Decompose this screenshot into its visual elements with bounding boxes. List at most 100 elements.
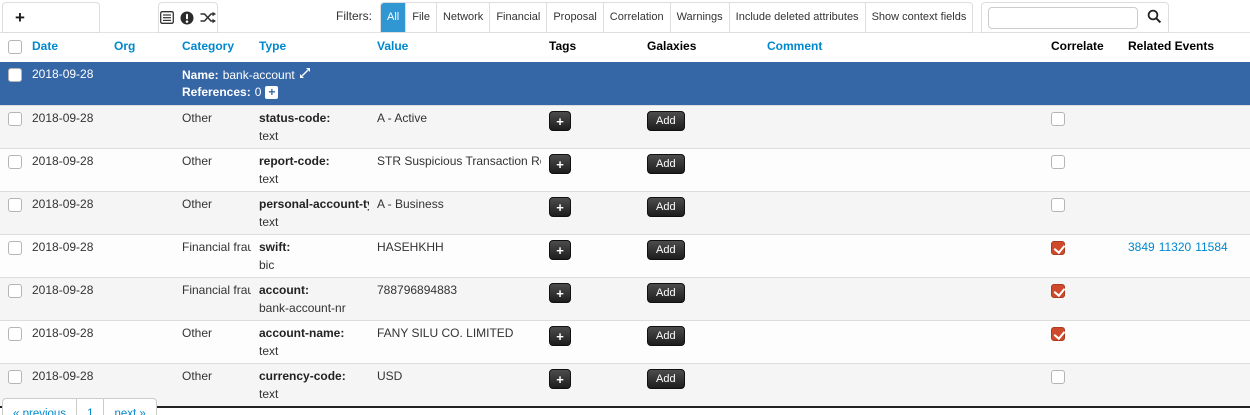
attribute-category: Other	[174, 192, 251, 235]
row-select-checkbox[interactable]	[8, 155, 22, 169]
row-select-checkbox[interactable]	[8, 241, 22, 255]
add-tag-button[interactable]: +	[549, 111, 571, 131]
filter-tab-network[interactable]: Network	[437, 3, 490, 32]
filter-tab-warnings[interactable]: Warnings	[671, 3, 730, 32]
column-header-date[interactable]: Date	[24, 33, 106, 62]
add-tag-button[interactable]: +	[549, 197, 571, 217]
add-attribute-tab[interactable]: +	[2, 2, 100, 33]
filter-tab-include-deleted[interactable]: Include deleted attributes	[730, 3, 866, 32]
search-input[interactable]	[988, 7, 1138, 29]
list-view-icon[interactable]	[160, 11, 174, 24]
attribute-category: Other	[174, 321, 251, 364]
add-reference-icon[interactable]: +	[265, 86, 278, 99]
attribute-value: FANY SILU CO. LIMITED	[369, 321, 541, 364]
attribute-date: 2018-09-28	[24, 192, 106, 235]
attribute-category: Other	[174, 106, 251, 149]
filter-tab-financial[interactable]: Financial	[490, 3, 547, 32]
object-name: bank-account	[223, 67, 295, 84]
object-references-label: References:	[182, 84, 251, 101]
attribute-comment	[759, 106, 1043, 149]
exclamation-circle-icon[interactable]	[180, 11, 194, 25]
attribute-row-personal-account-type: 2018-09-28 Other personal-account-type: …	[0, 192, 1250, 235]
select-all-checkbox[interactable]	[8, 40, 22, 54]
search-button[interactable]	[1145, 7, 1164, 29]
object-date: 2018-09-28	[24, 62, 106, 106]
add-galaxy-button[interactable]: Add	[647, 197, 685, 217]
related-event-link[interactable]: 11584	[1195, 240, 1227, 254]
attribute-type: status-code:	[259, 111, 361, 126]
pagination-next-button[interactable]: next »	[103, 398, 156, 415]
pagination-previous-button[interactable]: « previous	[2, 398, 77, 415]
attribute-row-currency-code: 2018-09-28 Other currency-code: text USD…	[0, 364, 1250, 408]
correlate-checkbox[interactable]	[1051, 112, 1065, 126]
add-galaxy-button[interactable]: Add	[647, 154, 685, 174]
add-tag-button[interactable]: +	[549, 240, 571, 260]
shuffle-icon[interactable]	[200, 11, 216, 24]
attribute-org	[106, 235, 174, 278]
column-header-value[interactable]: Value	[369, 33, 541, 62]
related-event-link[interactable]: 3849	[1128, 240, 1155, 254]
object-references-count: 0	[255, 84, 262, 101]
attribute-category: Other	[174, 149, 251, 192]
attribute-comment	[759, 364, 1043, 408]
add-galaxy-button[interactable]: Add	[647, 111, 685, 131]
attribute-row-swift: 2018-09-28 Financial fraud swift: bic HA…	[0, 235, 1250, 278]
add-tag-button[interactable]: +	[549, 283, 571, 303]
add-galaxy-button[interactable]: Add	[647, 283, 685, 303]
attribute-org	[106, 321, 174, 364]
correlate-checkbox[interactable]	[1051, 198, 1065, 212]
column-header-comment[interactable]: Comment	[759, 33, 1043, 62]
row-select-checkbox[interactable]	[8, 198, 22, 212]
correlate-checkbox[interactable]	[1051, 241, 1065, 255]
attribute-row-account-name: 2018-09-28 Other account-name: text FANY…	[0, 321, 1250, 364]
attribute-type: report-code:	[259, 154, 361, 169]
object-row-bank-account: 2018-09-28 Name: bank-account References…	[0, 62, 1250, 106]
attribute-date: 2018-09-28	[24, 235, 106, 278]
row-select-checkbox[interactable]	[8, 112, 22, 126]
attribute-value: 788796894883	[369, 278, 541, 321]
add-tag-button[interactable]: +	[549, 369, 571, 389]
filter-tab-proposal[interactable]: Proposal	[547, 3, 603, 32]
expand-object-icon[interactable]	[299, 67, 311, 84]
column-header-org[interactable]: Org	[106, 33, 174, 62]
correlate-checkbox[interactable]	[1051, 327, 1065, 341]
row-select-checkbox[interactable]	[8, 327, 22, 341]
attribute-value: USD	[369, 364, 541, 408]
add-attribute-button[interactable]: +	[15, 9, 25, 26]
attribute-type-kind: text	[259, 169, 361, 187]
attribute-type: account-name:	[259, 326, 361, 341]
filter-tab-all[interactable]: All	[381, 3, 406, 32]
attribute-date: 2018-09-28	[24, 278, 106, 321]
correlate-checkbox[interactable]	[1051, 155, 1065, 169]
attribute-comment	[759, 235, 1043, 278]
filter-tab-correlation[interactable]: Correlation	[604, 3, 671, 32]
row-select-checkbox[interactable]	[8, 370, 22, 384]
column-header-correlate: Correlate	[1043, 33, 1120, 62]
add-tag-button[interactable]: +	[549, 154, 571, 174]
correlate-checkbox[interactable]	[1051, 370, 1065, 384]
correlate-checkbox[interactable]	[1051, 284, 1065, 298]
attribute-org	[106, 192, 174, 235]
attribute-type-kind: text	[259, 341, 361, 359]
attribute-comment	[759, 278, 1043, 321]
object-row-checkbox[interactable]	[8, 68, 22, 82]
add-galaxy-button[interactable]: Add	[647, 326, 685, 346]
attribute-type: swift:	[259, 240, 361, 255]
related-event-link[interactable]: 11320	[1159, 240, 1191, 254]
column-header-type[interactable]: Type	[251, 33, 369, 62]
filter-tab-show-context[interactable]: Show context fields	[866, 3, 973, 32]
attribute-type: currency-code:	[259, 369, 361, 384]
pagination-page-1-button[interactable]: 1	[76, 398, 104, 415]
add-galaxy-button[interactable]: Add	[647, 240, 685, 260]
row-select-checkbox[interactable]	[8, 284, 22, 298]
add-tag-button[interactable]: +	[549, 326, 571, 346]
search-icon	[1147, 9, 1162, 27]
add-galaxy-button[interactable]: Add	[647, 369, 685, 389]
attribute-category: Financial fraud	[174, 278, 251, 321]
filter-tab-file[interactable]: File	[406, 3, 437, 32]
filter-tab-group: All File Network Financial Proposal Corr…	[380, 2, 973, 33]
attribute-value: HASEHKHH	[369, 235, 541, 278]
column-header-category[interactable]: Category	[174, 33, 251, 62]
attribute-value: A - Active	[369, 106, 541, 149]
toolbar-icon-group	[158, 2, 218, 33]
